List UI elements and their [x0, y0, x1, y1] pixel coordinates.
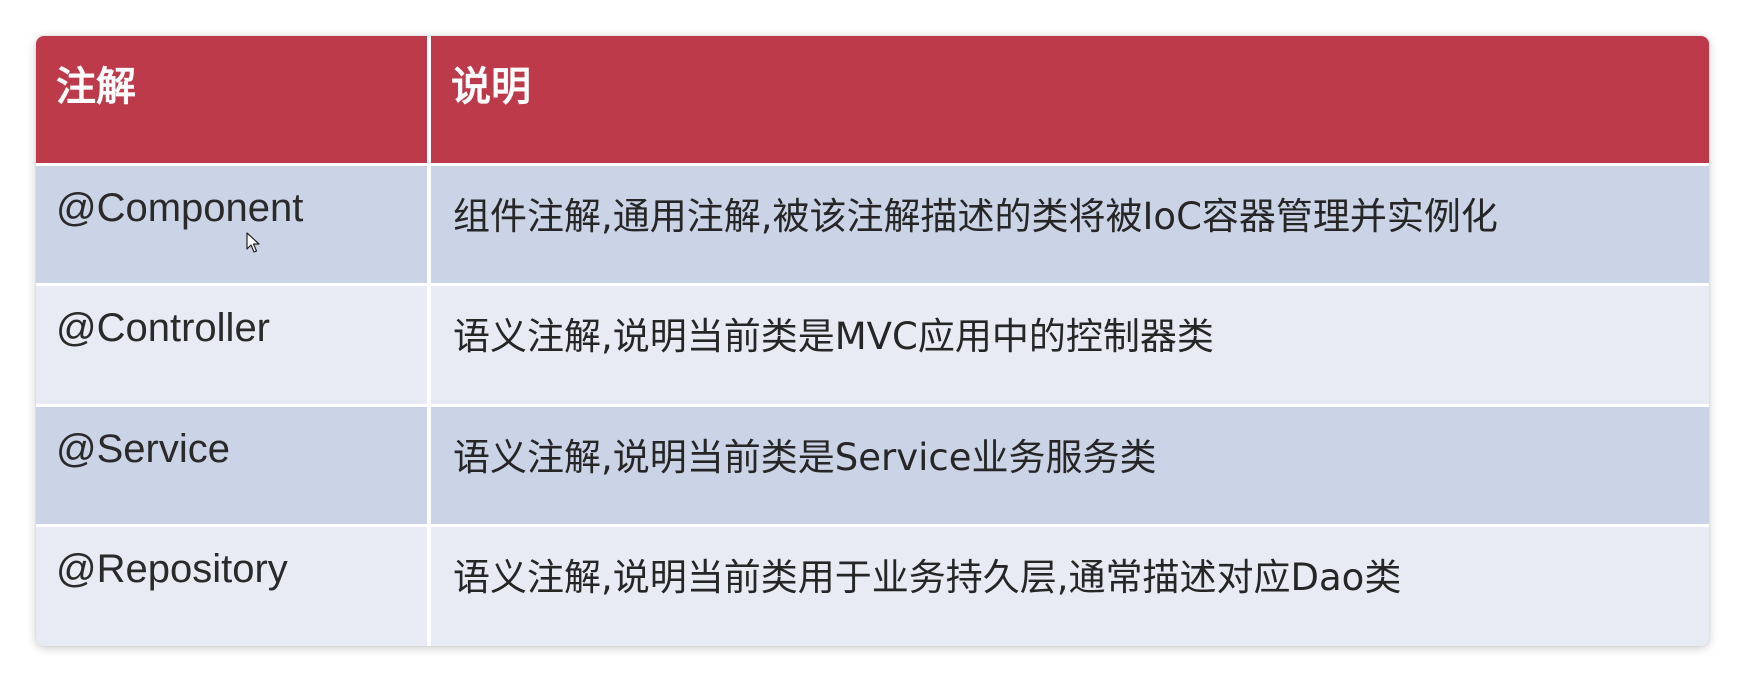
- annotation-cell: @Repository: [36, 524, 429, 646]
- annotation-cell: @Component: [36, 162, 429, 285]
- annotation-table-card: 注解 说明 @Component 组件注解,通用注解,被该注解描述的类将被IoC…: [36, 36, 1709, 646]
- description-cell: 语义注解,说明当前类用于业务持久层,通常描述对应Dao类: [427, 524, 1709, 646]
- description-cell: 语义注解,说明当前类是MVC应用中的控制器类: [427, 283, 1709, 405]
- table-row: @Service 语义注解,说明当前类是Service业务服务类: [36, 403, 1709, 526]
- annotation-cell: @Service: [36, 403, 429, 526]
- header-description: 说明: [427, 36, 1709, 166]
- annotation-table: 注解 说明 @Component 组件注解,通用注解,被该注解描述的类将被IoC…: [36, 36, 1709, 646]
- description-cell: 组件注解,通用注解,被该注解描述的类将被IoC容器管理并实例化: [427, 162, 1709, 285]
- mouse-pointer-icon: [246, 232, 260, 253]
- table-header-row: 注解 说明: [36, 36, 1709, 166]
- annotation-cell: @Controller: [36, 283, 429, 405]
- description-cell: 语义注解,说明当前类是Service业务服务类: [427, 403, 1709, 526]
- table-row: @Controller 语义注解,说明当前类是MVC应用中的控制器类: [36, 283, 1709, 405]
- header-annotation: 注解: [36, 36, 429, 166]
- table-row: @Repository 语义注解,说明当前类用于业务持久层,通常描述对应Dao类: [36, 524, 1709, 646]
- table-row: @Component 组件注解,通用注解,被该注解描述的类将被IoC容器管理并实…: [36, 162, 1709, 285]
